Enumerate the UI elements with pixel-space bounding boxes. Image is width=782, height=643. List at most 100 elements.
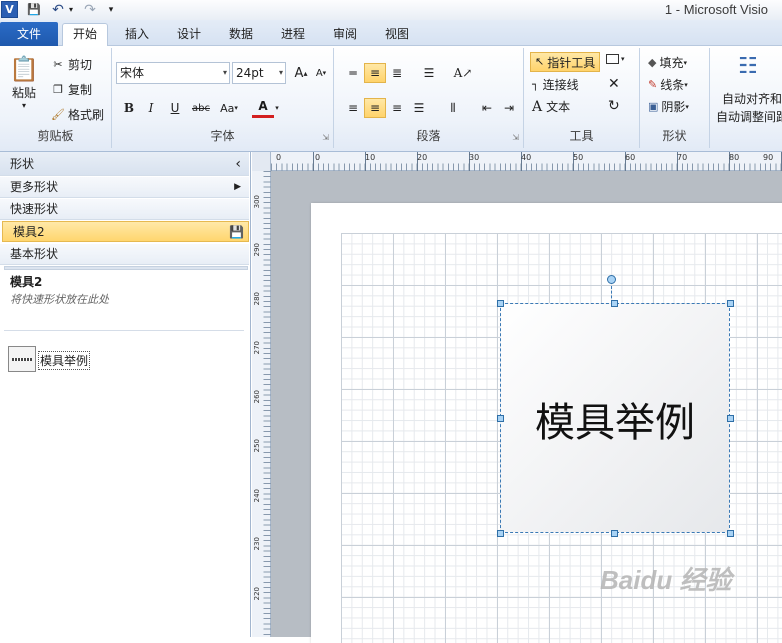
font-family-select[interactable]: 宋体 ▾	[116, 62, 230, 84]
connector-tool-button[interactable]: ┐ 连接线	[532, 76, 579, 93]
italic-button[interactable]: I	[140, 98, 162, 118]
pointer-tool-button[interactable]: ↖ 指针工具	[530, 52, 601, 72]
chevron-down-icon: ▾	[278, 68, 283, 77]
undo-icon[interactable]: ↶	[50, 1, 66, 18]
shrink-font-icon[interactable]: A ▾	[310, 63, 332, 83]
ruler-label: 60	[625, 153, 636, 162]
decrease-indent-icon[interactable]: ⇤	[476, 98, 498, 118]
bullets-icon[interactable]: ☰	[418, 63, 440, 83]
align-center-icon[interactable]: ≡	[364, 98, 386, 118]
tab-insert[interactable]: 插入	[114, 24, 160, 46]
dialog-launcher-icon[interactable]: ⇲	[512, 133, 519, 142]
resize-handle-top-right[interactable]	[727, 300, 734, 307]
quick-shapes-item[interactable]: 快速形状	[0, 199, 249, 220]
resize-handle-bottom-right[interactable]	[727, 530, 734, 537]
align-top-icon[interactable]: ═	[342, 63, 364, 83]
redo-icon[interactable]: ↷	[82, 1, 98, 18]
chevron-down-icon: ▾	[222, 68, 227, 77]
text-tool-button[interactable]: A 文本	[532, 98, 570, 115]
bold-button[interactable]: B	[118, 98, 140, 118]
increase-indent-icon[interactable]: ⇥	[498, 98, 520, 118]
fill-button[interactable]: ◆ 填充 ▾	[648, 54, 687, 71]
cut-label: 剪切	[68, 58, 93, 72]
font-color-button[interactable]: A	[252, 96, 274, 118]
ruler-label: 270	[253, 341, 261, 355]
ruler-label: 300	[253, 195, 261, 209]
ruler-label: 50	[573, 153, 584, 162]
cut-button[interactable]: ✂ 剪切	[50, 56, 92, 73]
save-icon[interactable]: 💾	[229, 222, 244, 243]
watermark-text: Baidu 经验	[600, 565, 732, 595]
fill-bucket-icon: ◆	[648, 55, 657, 69]
ruler-label: 280	[253, 292, 261, 306]
resize-handle-top[interactable]	[611, 300, 618, 307]
align-middle-icon[interactable]: ≡	[364, 63, 386, 83]
more-shapes-label: 更多形状	[10, 180, 59, 194]
copy-icon: ❐	[53, 82, 63, 96]
ruler-label: 290	[253, 243, 261, 257]
copy-button[interactable]: ❐ 复制	[50, 81, 92, 98]
align-bottom-icon[interactable]: ≣	[386, 63, 408, 83]
tab-review[interactable]: 审阅	[322, 24, 368, 46]
resize-handle-bottom[interactable]	[611, 530, 618, 537]
auto-adjust-button[interactable]: 自动调整间距	[716, 108, 782, 125]
basic-shapes-item[interactable]: 基本形状	[0, 244, 249, 265]
tab-design[interactable]: 设计	[166, 24, 212, 46]
selected-shape[interactable]: 模具举例	[500, 303, 730, 533]
vertical-ruler[interactable]: 300 290 280 270 260 250 240 230 220	[252, 171, 271, 637]
shadow-icon: ▣	[648, 99, 659, 113]
master-shape-label[interactable]: 模具举例	[38, 351, 91, 370]
more-shapes-item[interactable]: 更多形状 ▶	[0, 177, 249, 198]
font-size-value: 24pt	[236, 66, 264, 80]
horizontal-ruler[interactable]: 0 0 10 20 30 40 50 60 70 80 90	[252, 152, 782, 171]
resize-handle-right[interactable]	[727, 415, 734, 422]
grow-font-icon[interactable]: A ▴	[290, 63, 312, 83]
rotation-handle[interactable]	[607, 275, 616, 284]
paste-dropdown-icon: ▾	[21, 101, 26, 110]
stencil-title: 模具2	[10, 275, 43, 289]
align-left-icon[interactable]: ≡	[342, 98, 364, 118]
customize-quick-access-icon[interactable]: ▾	[106, 1, 116, 18]
line-button[interactable]: ✎ 线条 ▾	[648, 76, 688, 93]
font-color-dropdown-icon[interactable]: ▾	[272, 98, 282, 118]
resize-handle-left[interactable]	[497, 415, 504, 422]
align-shapes-icon: ☷	[738, 54, 758, 79]
resize-handle-bottom-left[interactable]	[497, 530, 504, 537]
chevron-down-icon: ▾	[684, 80, 688, 89]
connection-point-icon[interactable]: ↻	[608, 98, 620, 114]
font-group-label: 字体	[210, 129, 235, 143]
text-direction-icon[interactable]: ⫴	[442, 98, 464, 118]
align-right-icon[interactable]: ≡	[386, 98, 408, 118]
undo-dropdown-icon[interactable]: ▾	[66, 1, 76, 18]
text-block-icon[interactable]: A↗	[452, 63, 474, 83]
shadow-button[interactable]: ▣ 阴影 ▾	[648, 98, 689, 115]
auto-align-button[interactable]: 自动对齐和	[722, 90, 782, 107]
font-size-select[interactable]: 24pt ▾	[232, 62, 286, 84]
stencil-item-active[interactable]: 模具2 💾	[2, 221, 249, 242]
close-icon[interactable]: ✕	[608, 76, 620, 92]
paste-button[interactable]: 📋 粘贴 ▾	[6, 54, 42, 124]
resize-handle-top-left[interactable]	[497, 300, 504, 307]
strikethrough-button[interactable]: abc	[188, 98, 214, 118]
tab-file[interactable]: 文件	[0, 22, 58, 46]
tab-data[interactable]: 数据	[218, 24, 264, 46]
text-tool-label: 文本	[546, 100, 571, 114]
justify-icon[interactable]: ☰	[408, 98, 430, 118]
ruler-label: 30	[469, 153, 480, 162]
dialog-launcher-icon[interactable]: ⇲	[322, 133, 329, 142]
tab-process[interactable]: 进程	[270, 24, 316, 46]
tab-view[interactable]: 视图	[374, 24, 420, 46]
save-icon[interactable]: 💾	[26, 1, 42, 18]
tab-home[interactable]: 开始	[62, 23, 108, 47]
master-shape-thumbnail[interactable]	[8, 346, 36, 372]
underline-button[interactable]: U	[164, 98, 186, 118]
font-group: 宋体 ▾ 24pt ▾ A ▴ A ▾ B I U abc Aa ▾ A ▾ 字体 ⇲	[112, 48, 334, 148]
format-painter-button[interactable]: 🖌 格式刷	[50, 106, 104, 123]
rectangle-tool-button[interactable]: ▾	[606, 54, 625, 64]
change-case-button[interactable]: Aa ▾	[216, 98, 242, 118]
shape-text[interactable]: 模具举例	[501, 390, 729, 448]
collapse-panel-icon[interactable]: ‹	[235, 152, 241, 176]
chevron-down-icon: ▾	[683, 58, 687, 67]
panel-splitter[interactable]	[4, 266, 248, 270]
visio-logo-icon[interactable]: V	[1, 1, 18, 18]
